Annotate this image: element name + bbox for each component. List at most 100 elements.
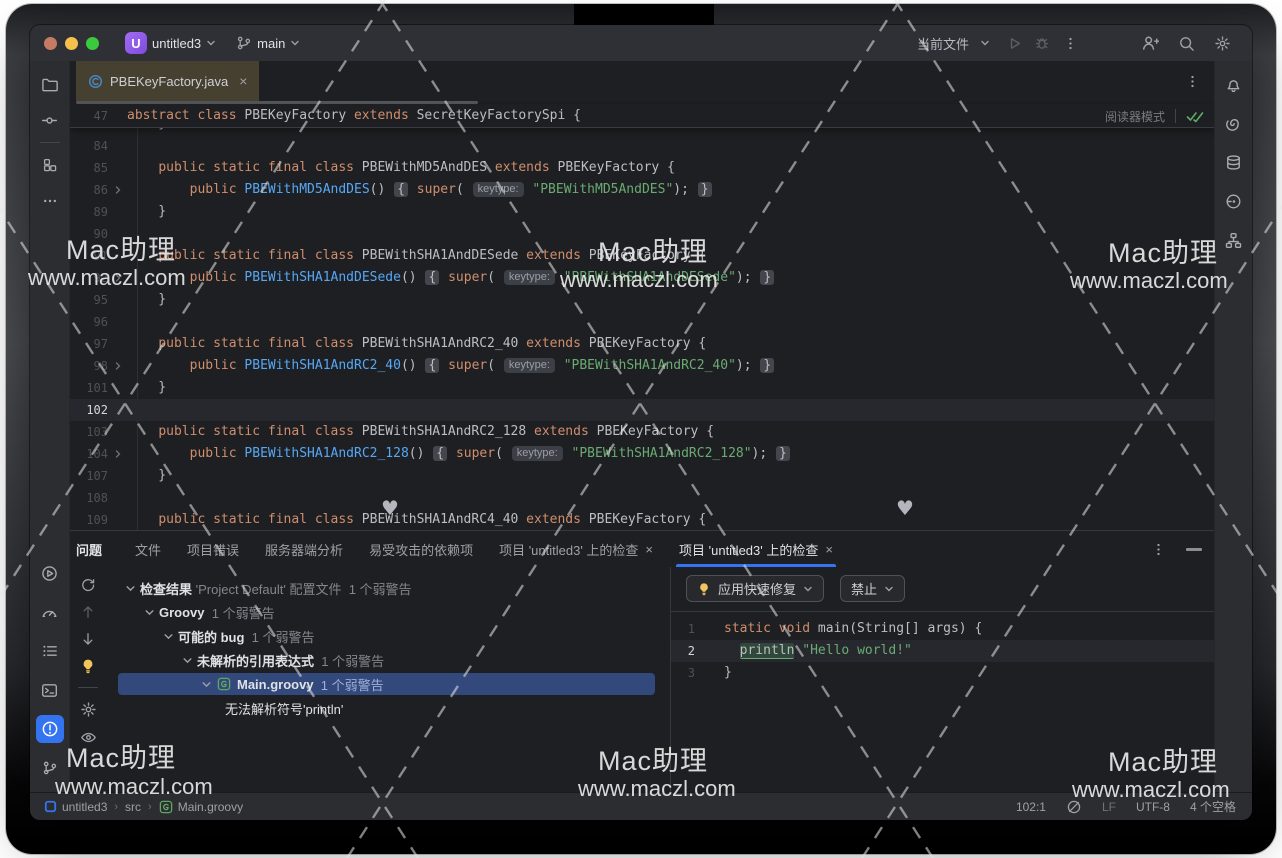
code-line[interactable]: 83 } (70, 128, 1214, 135)
close-button[interactable] (44, 37, 57, 50)
code-preview[interactable]: 1static void main(String[] args) {2 prin… (671, 611, 1214, 792)
folder-icon[interactable] (36, 70, 64, 98)
tree-row-3[interactable]: 未解析的引用表达式 1 个弱警告 (106, 648, 670, 672)
fold-arrow-icon[interactable] (108, 443, 127, 465)
chevron-down-icon[interactable] (160, 631, 176, 642)
code-editor[interactable]: 47abstract class PBEKeyFactory extends S… (70, 101, 1214, 530)
preview-code-line[interactable]: 2 println "Hello world!" (671, 640, 1214, 662)
problems-icon[interactable] (36, 715, 64, 743)
breadcrumb-item-0[interactable]: untitled3 (44, 800, 107, 814)
tree-row-4[interactable]: Main.groovy 1 个弱警告 (106, 672, 670, 696)
code-text: abstract class PBEKeyFactory extends Sec… (127, 105, 581, 127)
tab-options-kebab-icon[interactable] (1185, 61, 1200, 101)
notifications-icon[interactable] (1220, 70, 1248, 98)
fold-arrow-icon[interactable] (108, 355, 127, 377)
code-line[interactable]: 89 } (70, 201, 1214, 223)
profiler-icon[interactable] (36, 598, 64, 626)
code-line[interactable]: 98 public PBEWithSHA1AndRC2_40() { super… (70, 355, 1214, 377)
code-line[interactable]: 95 } (70, 289, 1214, 311)
search-icon[interactable] (1172, 29, 1200, 57)
code-line[interactable]: 107 } (70, 465, 1214, 487)
code-line[interactable]: 85 public static final class PBEWithMD5A… (70, 157, 1214, 179)
close-icon[interactable]: × (645, 542, 653, 557)
code-line[interactable]: 109 public static final class PBEWithSHA… (70, 509, 1214, 530)
indent-info[interactable]: 4 个空格 (1190, 798, 1236, 815)
run-icon[interactable] (1000, 29, 1028, 57)
code-line[interactable]: 97 public static final class PBEWithSHA1… (70, 333, 1214, 355)
more-icon[interactable] (36, 187, 64, 215)
chevron-down-icon[interactable] (122, 583, 138, 594)
terminal-icon[interactable] (36, 676, 64, 704)
todo-icon[interactable] (36, 637, 64, 665)
debug-icon[interactable] (1028, 29, 1056, 57)
dependencies-icon[interactable] (1220, 226, 1248, 254)
arrow-up-icon[interactable] (80, 604, 96, 620)
code-line[interactable]: 102 (70, 399, 1214, 421)
breadcrumb-item-2[interactable]: Main.groovy (159, 800, 243, 814)
code-line[interactable]: 84 (70, 135, 1214, 157)
tree-row-0[interactable]: 检查结果 'Project Default' 配置文件 1 个弱警告 (106, 576, 670, 600)
more-actions-kebab-icon[interactable] (1056, 29, 1084, 57)
preview-code-line[interactable]: 3} (671, 662, 1214, 684)
arrow-down-icon[interactable] (80, 631, 96, 647)
fold-arrow-icon[interactable] (108, 267, 127, 289)
problems-tab-3[interactable]: 易受攻击的依赖项 (356, 531, 486, 567)
highlighting-off-icon[interactable] (1066, 799, 1082, 815)
gear-icon[interactable] (1208, 29, 1236, 57)
breadcrumb-item-1[interactable]: src (125, 800, 141, 814)
line-number: 89 (70, 201, 108, 223)
chevron-down-icon[interactable] (141, 607, 157, 618)
inspection-results-tab-1[interactable]: 项目 'untitled3' 上的检查× (666, 531, 846, 567)
apply-quick-fix-button[interactable]: 应用快速修复 (686, 575, 824, 602)
branch-widget[interactable]: main (236, 35, 300, 51)
file-encoding[interactable]: UTF-8 (1136, 800, 1170, 814)
database-icon[interactable] (1220, 148, 1248, 176)
tree-row-5[interactable]: 无法解析符号'println' (106, 696, 670, 720)
gradle-icon[interactable] (1220, 187, 1248, 215)
bulb-icon[interactable] (80, 658, 96, 674)
reader-mode-widget[interactable]: 阅读器模式 (1105, 104, 1204, 128)
refresh-icon[interactable] (80, 577, 96, 593)
person-add-icon[interactable] (1136, 29, 1164, 57)
code-line[interactable]: 90 (70, 223, 1214, 245)
problems-tab-2[interactable]: 服务器端分析 (252, 531, 356, 567)
version-control-icon[interactable] (36, 754, 64, 782)
fold-arrow-icon[interactable] (108, 179, 127, 201)
code-line[interactable]: 103 public static final class PBEWithSHA… (70, 421, 1214, 443)
tree-row-1[interactable]: Groovy 1 个弱警告 (106, 600, 670, 624)
suppress-button[interactable]: 禁止 (840, 575, 905, 602)
code-line[interactable]: 108 (70, 487, 1214, 509)
run-config-selector[interactable]: 当前文件 (917, 34, 990, 53)
run-window-icon[interactable] (36, 559, 64, 587)
commit-icon[interactable] (36, 106, 64, 134)
code-line[interactable]: 101 } (70, 377, 1214, 399)
problems-tab-1[interactable]: 项目错误 (174, 531, 252, 567)
chevron-down-icon[interactable] (179, 655, 195, 666)
line-separator[interactable]: LF (1102, 800, 1116, 814)
code-line[interactable]: 86 public PBEWithMD5AndDES() { super( ke… (70, 179, 1214, 201)
panel-options-kebab-icon[interactable] (1151, 542, 1166, 557)
chevron-down-icon[interactable] (198, 679, 214, 690)
code-line[interactable]: 91 public static final class PBEWithSHA1… (70, 245, 1214, 267)
structure-icon[interactable] (36, 151, 64, 179)
project-widget[interactable]: U untitled3 (125, 32, 216, 54)
problems-tab-0[interactable]: 文件 (122, 531, 174, 567)
caret-position[interactable]: 102:1 (1016, 800, 1046, 814)
code-line[interactable]: 104 public PBEWithSHA1AndRC2_128() { sup… (70, 443, 1214, 465)
preview-code-line[interactable]: 1static void main(String[] args) { (671, 618, 1214, 640)
code-line[interactable]: 96 (70, 311, 1214, 333)
ai-assistant-icon[interactable] (1220, 109, 1248, 137)
close-icon[interactable]: × (239, 73, 247, 89)
zoom-button[interactable] (86, 37, 99, 50)
tree-row-2[interactable]: 可能的 bug 1 个弱警告 (106, 624, 670, 648)
eye-icon[interactable] (80, 729, 97, 746)
inspection-results-tab-0[interactable]: 项目 'untitled3' 上的检查× (486, 531, 666, 567)
gear-small-icon[interactable] (80, 701, 97, 718)
sticky-code-line[interactable]: 47abstract class PBEKeyFactory extends S… (70, 105, 581, 127)
close-icon[interactable]: × (825, 542, 833, 557)
minimize-button[interactable] (65, 37, 78, 50)
tree-label: 1 个弱警告 (244, 627, 314, 646)
tab-pbekeyfactory[interactable]: PBEKeyFactory.java × (76, 61, 259, 101)
hide-panel-icon[interactable] (1186, 548, 1202, 551)
code-line[interactable]: 92 public PBEWithSHA1AndDESede() { super… (70, 267, 1214, 289)
